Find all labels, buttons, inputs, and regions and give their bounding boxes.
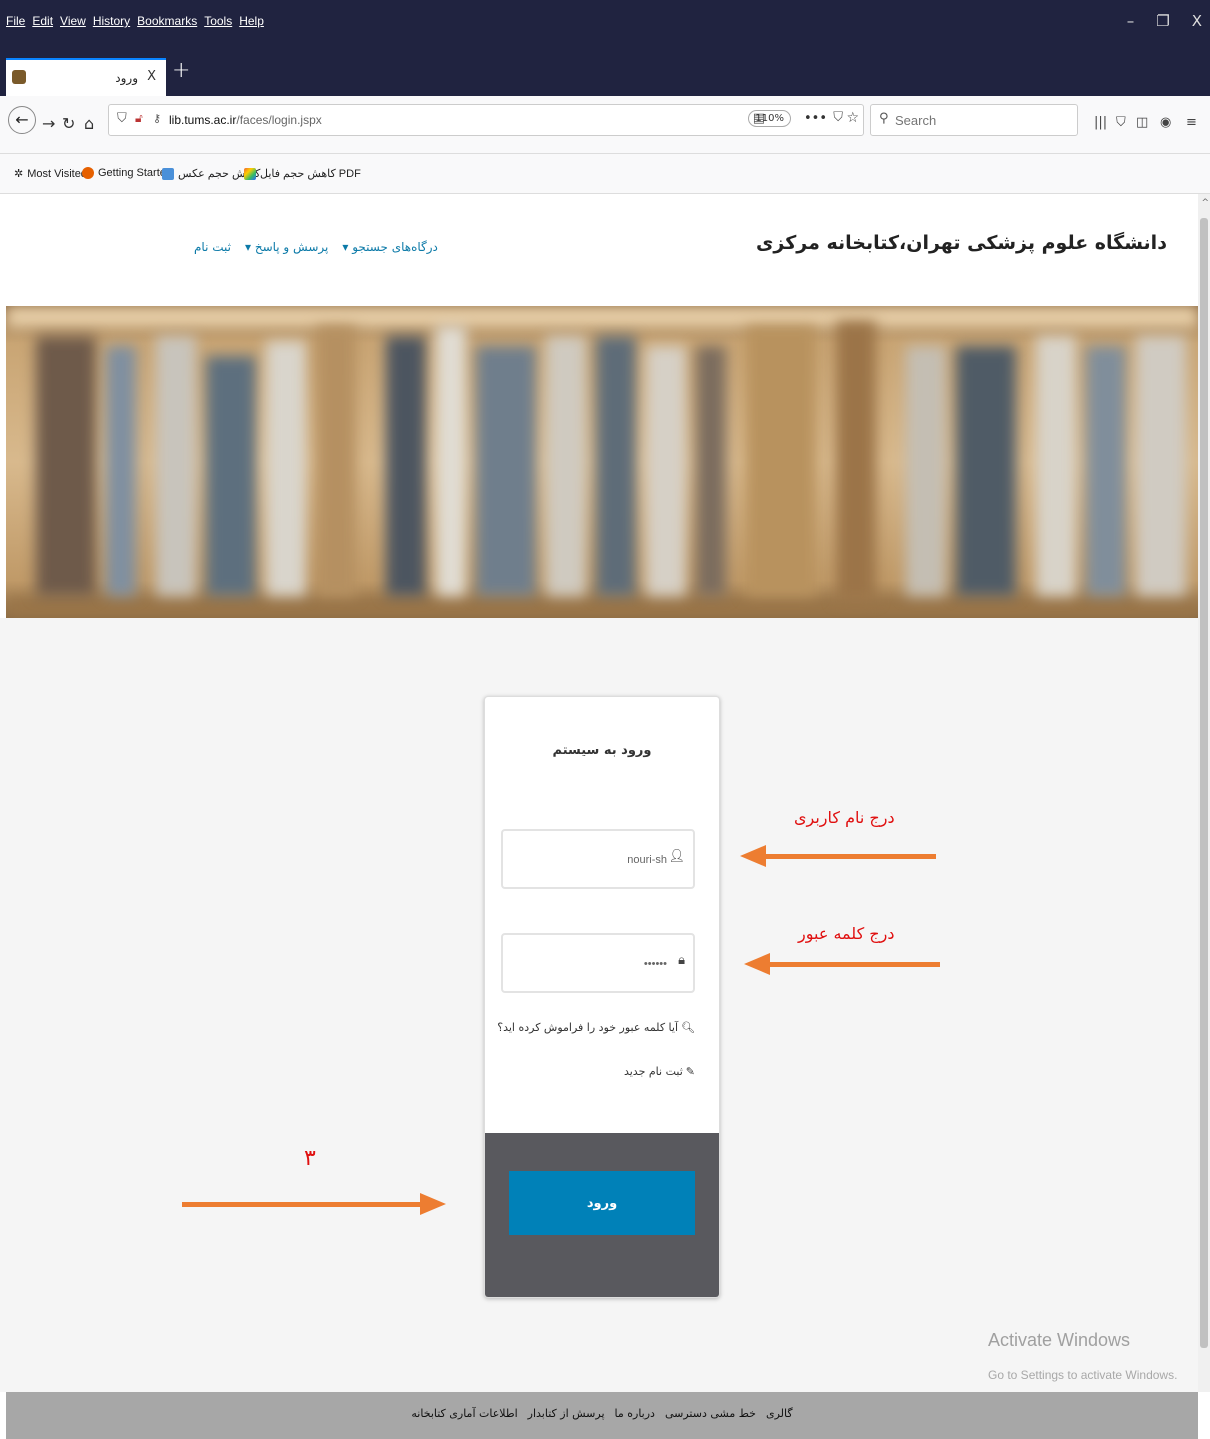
password-input[interactable] — [517, 953, 667, 975]
windows-activation-subtitle: Go to Settings to activate Windows. — [988, 1368, 1178, 1382]
menu-history[interactable]: History — [93, 14, 130, 28]
menu-bookmarks[interactable]: Bookmarks — [137, 14, 197, 28]
site-title: دانشگاه علوم پزشکی تهران،کتابخانه مرکزی — [756, 232, 1167, 254]
register-label: ثبت نام جدید — [623, 1065, 683, 1078]
bookmark-label: Getting Started — [98, 167, 172, 179]
forgot-password-label: آیا کلمه عبور خود را فراموش کرده اید؟ — [497, 1021, 679, 1034]
arrow-left-icon — [740, 845, 766, 867]
close-window-button[interactable]: X — [1192, 12, 1202, 30]
footer-link-statistics[interactable]: اطلاعات آماری کتابخانه — [411, 1407, 517, 1420]
bookmark-label: کاهش حجم فایل PDF — [260, 168, 361, 180]
tab-title: ورود — [115, 71, 138, 85]
footer-links: گالری خط مشی دسترسی درباره ما پرسش از کت… — [6, 1407, 1198, 1420]
arrow-line — [768, 962, 940, 967]
reload-button[interactable]: ↻ — [62, 114, 75, 133]
nav-search-portals[interactable]: درگاه‌های جستجو ▾ — [342, 240, 438, 254]
arrow-left-icon — [744, 953, 770, 975]
menu-tools[interactable]: Tools — [204, 14, 232, 28]
hero-bookshelf-image — [6, 306, 1198, 618]
annotation-username: درج نام کاربری — [794, 808, 895, 827]
url-path: /faces/login.jspx — [236, 113, 322, 127]
login-title: ورود به سیستم — [552, 743, 652, 758]
edit-icon: ✎ — [685, 1065, 695, 1078]
login-button[interactable]: ورود — [509, 1171, 695, 1235]
forward-button[interactable]: → — [42, 114, 55, 133]
username-input[interactable] — [517, 849, 667, 871]
bookmark-label: Most Visited — [27, 167, 87, 180]
firefox-icon — [82, 167, 94, 179]
shield-icon[interactable]: ⛉ — [117, 111, 127, 126]
search-icon: ⚲ — [879, 111, 889, 126]
url-bar[interactable]: ⛉ 🔓︎ ⚷ lib.tums.ac.ir/faces/login.jspx ▤… — [108, 104, 864, 136]
insecure-lock-icon[interactable]: 🔓︎ — [135, 111, 143, 126]
footer-link-gallery[interactable]: گالری — [766, 1407, 793, 1420]
tab-close-icon[interactable]: X — [147, 69, 156, 84]
key-search-icon: 🔍︎ — [681, 1021, 695, 1034]
back-button[interactable]: ← — [8, 106, 36, 134]
footer-link-about[interactable]: درباره ما — [615, 1407, 655, 1420]
navigation-toolbar: ← → ↻ ⌂ ⛉ 🔓︎ ⚷ lib.tums.ac.ir/faces/logi… — [0, 96, 1210, 154]
register-link[interactable]: ✎ ثبت نام جدید — [624, 1065, 695, 1078]
search-bar[interactable]: ⚲ — [870, 104, 1078, 136]
annotation-step-3: ۳ — [304, 1146, 316, 1171]
bookmark-getting-started[interactable]: Getting Started — [82, 167, 172, 179]
arrow-line — [764, 854, 936, 859]
menu-view[interactable]: View — [60, 14, 86, 28]
url-text[interactable]: lib.tums.ac.ir/faces/login.jspx — [169, 113, 322, 127]
menu-help[interactable]: Help — [239, 14, 264, 28]
library-icon[interactable]: ||| — [1094, 115, 1107, 130]
site-header: دانشگاه علوم پزشکی تهران،کتابخانه مرکزی … — [0, 194, 1198, 306]
pocket-icon[interactable]: ⛉ — [833, 110, 843, 125]
login-card: ورود به سیستم 👤︎ 🔒︎ 🔍︎ آیا کلمه عبور خود… — [484, 696, 720, 1298]
footer-link-ask-librarian[interactable]: پرسش از کتابدار — [528, 1407, 605, 1420]
bookmark-pdf-compress[interactable]: کاهش حجم فایل PDF — [244, 167, 361, 180]
windows-activation-title: Activate Windows — [988, 1330, 1131, 1350]
menu-file[interactable]: File — [6, 14, 25, 28]
bookmark-most-visited[interactable]: ✲ Most Visited — [14, 167, 87, 181]
forgot-password-link[interactable]: 🔍︎ آیا کلمه عبور خود را فراموش کرده اید؟ — [497, 1021, 695, 1034]
lock-icon: 🔒︎ — [678, 953, 685, 968]
menu-edit[interactable]: Edit — [32, 14, 53, 28]
tab-login[interactable]: ورود X — [6, 58, 166, 96]
site-footer: گالری خط مشی دسترسی درباره ما پرسش از کت… — [6, 1392, 1198, 1439]
account-icon[interactable]: ◉ — [1160, 115, 1171, 130]
pocket-toolbar-icon[interactable]: ⛉ — [1116, 115, 1126, 130]
bookmarks-toolbar: ✲ Most Visited Getting Started کاهش حجم … — [0, 154, 1210, 194]
page-actions-icon[interactable]: ••• — [804, 111, 827, 126]
url-domain: lib.tums.ac.ir — [169, 113, 237, 127]
new-tab-button[interactable]: + — [172, 58, 190, 83]
menu-list: File Edit View History Bookmarks Tools H… — [6, 14, 264, 28]
search-input[interactable] — [895, 106, 1073, 134]
username-field[interactable]: 👤︎ — [501, 829, 695, 889]
site-favicon-icon — [12, 70, 26, 84]
menu-bar: File Edit View History Bookmarks Tools H… — [0, 0, 1210, 48]
restore-button[interactable]: ❐ — [1156, 12, 1169, 30]
sidebar-icon[interactable]: ◫ — [1136, 115, 1148, 130]
minimize-button[interactable]: – — [1127, 12, 1135, 30]
footer-link-access-policy[interactable]: خط مشی دسترسی — [665, 1407, 756, 1420]
site-nav: درگاه‌های جستجو ▾ پرسش و پاسخ ▾ ثبت نام — [194, 240, 438, 254]
window-controls: – ❐ X — [1127, 12, 1202, 30]
login-card-footer: ورود — [485, 1133, 719, 1297]
bookmark-star-icon[interactable]: ☆ — [846, 110, 859, 126]
nav-register[interactable]: ثبت نام — [194, 240, 231, 254]
arrow-right-icon — [420, 1193, 446, 1215]
gear-icon: ✲ — [14, 168, 24, 180]
pdf-icon — [244, 167, 256, 180]
zoom-level[interactable]: 110% — [748, 110, 791, 127]
nav-qa[interactable]: پرسش و پاسخ ▾ — [245, 240, 328, 254]
annotation-password: درج کلمه عبور — [798, 924, 895, 943]
image-icon — [162, 167, 174, 180]
home-button[interactable]: ⌂ — [84, 114, 94, 133]
password-field[interactable]: 🔒︎ — [501, 933, 695, 993]
key-icon[interactable]: ⚷ — [153, 112, 161, 125]
hamburger-menu-icon[interactable]: ≡ — [1186, 115, 1197, 130]
user-icon: 👤︎ — [668, 849, 685, 864]
arrow-line — [182, 1202, 422, 1207]
scroll-up-icon[interactable]: ^ — [1201, 198, 1209, 208]
scrollbar-thumb[interactable] — [1200, 218, 1208, 1348]
